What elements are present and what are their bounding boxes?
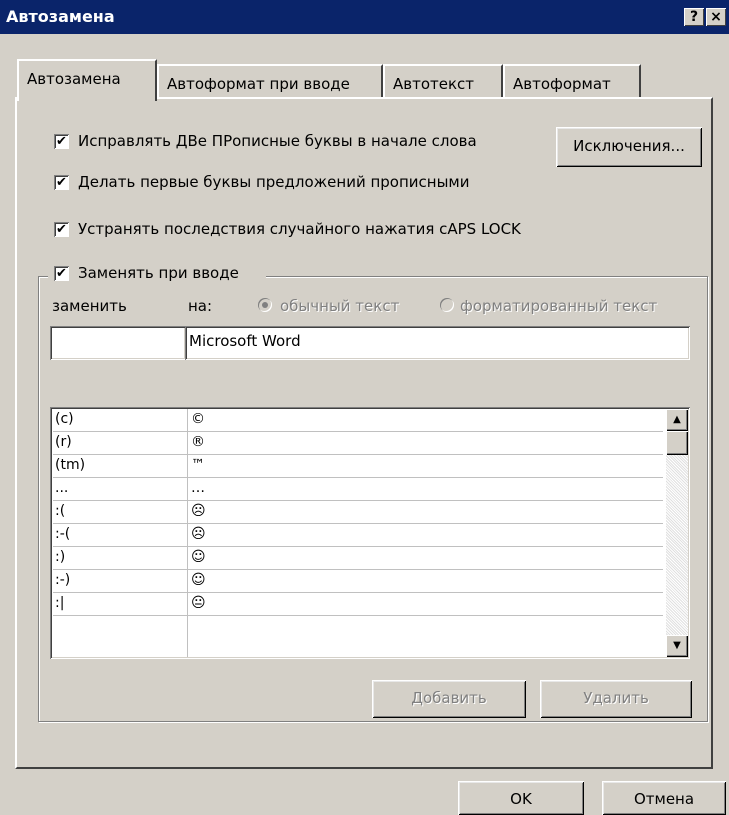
cancel-button[interactable]: Отмена [602,781,726,815]
replace-input[interactable] [50,326,186,360]
list-item-to: ☹ [191,526,206,542]
tab-label: Автотекст [393,75,475,93]
help-button[interactable]: ? [684,8,704,26]
cancel-button-label: Отмена [633,790,695,808]
list-item-from: ... [55,480,69,496]
checkbox-replace-typing[interactable]: ✔ [54,266,69,281]
scroll-down-icon[interactable]: ▼ [666,635,688,657]
checkbox-sentence-caps[interactable]: ✔ [54,175,69,190]
label-formatted-text: форматированный текст [460,297,658,315]
tab-autocorrect[interactable]: Автозамена [17,59,157,101]
list-item-to: © [191,411,205,427]
delete-button-label: Удалить [583,689,649,707]
list-item-to: … [191,480,205,496]
list-item-to: ™ [191,457,205,473]
list-item[interactable]: (r) ® [53,432,663,455]
list-item-from: :) [55,549,66,565]
list-item[interactable]: :| 😐 [53,593,663,616]
list-item-to: ☹ [191,503,206,519]
scroll-up-icon[interactable]: ▲ [666,409,688,431]
list-item-from: :-( [55,526,71,542]
list-item-to: 😐 [191,595,206,611]
add-button-label: Добавить [411,689,487,707]
list-scrollbar[interactable]: ▲ ▼ [666,409,688,657]
delete-button[interactable]: Удалить [540,680,692,718]
checkbox-caps-lock[interactable]: ✔ [54,222,69,237]
autocorrect-list[interactable]: (c) © (r) ® (tm) ™ ... … :( ☹ :-( ☹ :) ☺ :-) ☺ :… [50,407,690,659]
ok-button[interactable]: OK [458,781,584,815]
list-item-to: ® [191,434,205,450]
list-item-from: (tm) [55,457,86,473]
tab-label: Автоформат при вводе [167,75,350,93]
close-button[interactable]: × [706,8,726,26]
checkbox-two-caps[interactable]: ✔ [54,134,69,149]
list-item[interactable]: :-) ☺ [53,570,663,593]
tab-autotext[interactable]: Автотекст [383,64,503,98]
replace-label: заменить [52,297,127,315]
list-item[interactable]: ... … [53,478,663,501]
list-item-from: :| [55,595,65,611]
list-item[interactable]: :( ☹ [53,501,663,524]
label-two-caps: Исправлять ДВе ПРописные буквы в начале … [78,132,477,150]
window-title: Автозамена [6,7,115,26]
list-item-from: (c) [55,411,74,427]
list-item[interactable]: (tm) ™ [53,455,663,478]
label-caps-lock: Устранять последствия случайного нажатия… [78,220,521,238]
list-item-from: (r) [55,434,72,450]
radio-formatted-text[interactable] [440,298,454,312]
list-item[interactable]: :-( ☹ [53,524,663,547]
list-item[interactable]: (c) © [53,409,663,432]
label-plain-text: обычный текст [280,297,400,315]
exceptions-button[interactable]: Исключения... [556,127,702,167]
label-replace-typing: Заменять при вводе [78,264,239,282]
label-sentence-caps: Делать первые буквы предложений прописны… [78,173,470,191]
with-input[interactable]: Microsoft Word [185,326,690,360]
radio-plain-text[interactable] [258,298,272,312]
tab-label: Автозамена [27,70,121,88]
with-label: на: [188,297,213,315]
ok-button-label: OK [510,790,532,808]
exceptions-button-label: Исключения... [573,137,685,155]
scroll-thumb[interactable] [666,431,688,455]
list-item[interactable]: :) ☺ [53,547,663,570]
tab-label: Автоформат [513,75,611,93]
title-bar: Автозамена ? × [0,0,729,34]
add-button[interactable]: Добавить [372,680,526,718]
tab-autoformat-as-you-type[interactable]: Автоформат при вводе [157,64,383,98]
list-item-to: ☺ [191,549,206,565]
list-item-from: :-) [55,572,71,588]
list-item-from: :( [55,503,66,519]
tab-autoformat[interactable]: Автоформат [503,64,641,98]
list-item-to: ☺ [191,572,206,588]
